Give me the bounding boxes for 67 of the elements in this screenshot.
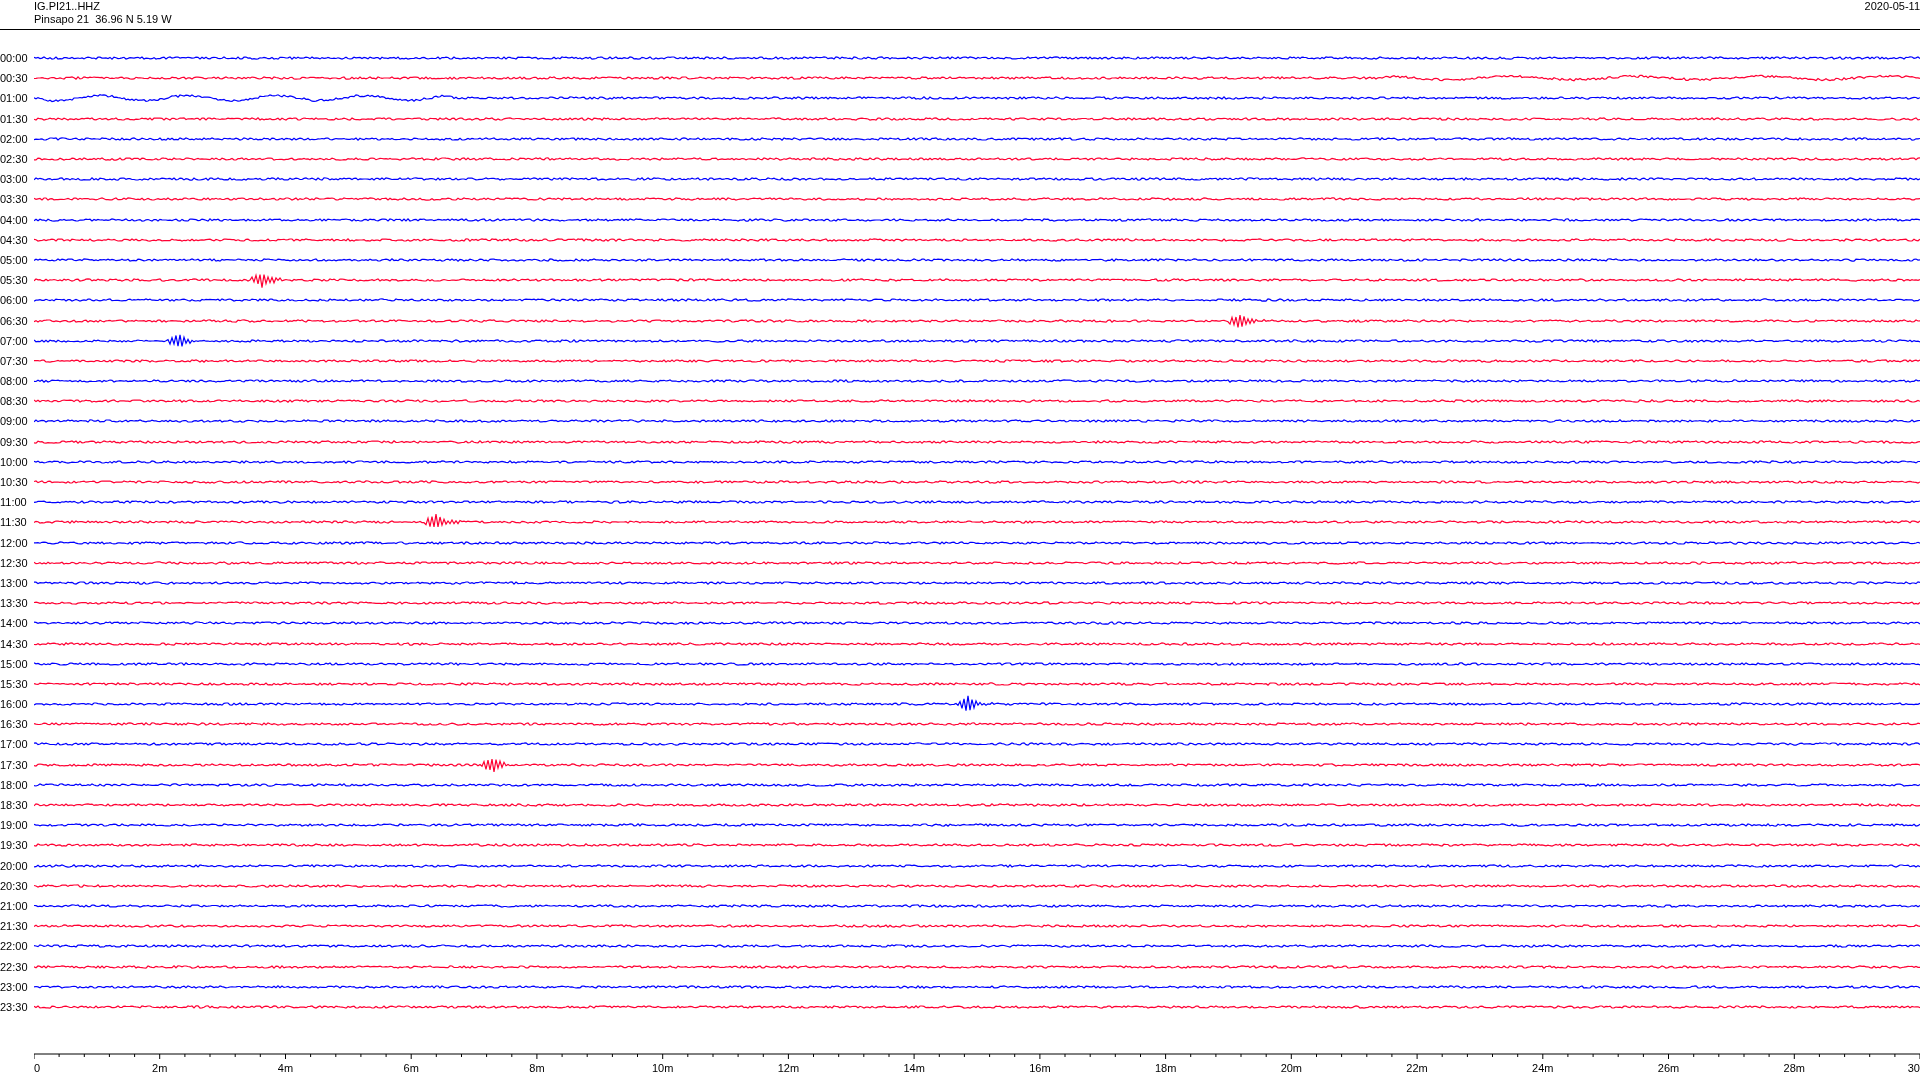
hour-label: 03:00	[0, 173, 29, 186]
hour-label: 06:00	[0, 294, 29, 307]
hour-label: 19:00	[0, 819, 29, 832]
date-label: 2020-05-11	[1864, 0, 1920, 14]
hour-label: 08:00	[0, 375, 29, 388]
hour-label: 14:30	[0, 637, 29, 650]
hour-label: 17:00	[0, 738, 29, 751]
hour-label: 12:00	[0, 536, 29, 549]
hour-label: 15:00	[0, 657, 29, 670]
hour-label: 14:00	[0, 617, 29, 630]
hour-label: 16:00	[0, 698, 29, 711]
hour-label: 13:00	[0, 576, 29, 589]
hour-label: 12:30	[0, 556, 29, 569]
tick-label: 12m	[777, 1062, 800, 1074]
hour-label: 00:30	[0, 72, 29, 85]
hour-label: 01:00	[0, 92, 29, 105]
hour-label: 06:30	[0, 314, 29, 327]
hour-label: 07:00	[0, 334, 29, 347]
hour-label: 20:30	[0, 879, 29, 892]
hour-label: 09:00	[0, 415, 29, 428]
hour-label: 10:30	[0, 476, 29, 489]
hour-label: 13:30	[0, 597, 29, 610]
tick-label: 30	[1907, 1062, 1920, 1074]
hour-label: 04:30	[0, 233, 29, 246]
hour-label: 23:00	[0, 980, 29, 993]
tick-label: 2m	[152, 1062, 168, 1074]
tick-label: 22m	[1406, 1062, 1428, 1074]
tick-label: 10m	[651, 1062, 674, 1074]
hour-label: 23:30	[0, 1000, 29, 1013]
tick-label: 24m	[1532, 1062, 1554, 1074]
hour-label: 22:30	[0, 960, 29, 973]
hour-label: 02:00	[0, 132, 29, 145]
tick-label: 8m	[529, 1062, 545, 1074]
hour-label: 11:30	[0, 516, 28, 529]
tick-label: 16m	[1029, 1062, 1051, 1074]
tick-label: 4m	[277, 1062, 294, 1074]
tick-label: 0	[34, 1062, 41, 1074]
hour-label: 22:00	[0, 940, 29, 953]
hour-label: 17:30	[0, 758, 29, 771]
hour-label: 16:30	[0, 718, 29, 731]
hour-label: 02:30	[0, 153, 29, 166]
tick-label: 26m	[1657, 1062, 1680, 1074]
hour-label: 21:00	[0, 899, 29, 912]
hour-label: 07:30	[0, 354, 29, 367]
tick-label: 14m	[903, 1062, 925, 1074]
hour-label: 20:00	[0, 859, 29, 872]
hour-label: 21:30	[0, 920, 29, 933]
hour-label: 09:30	[0, 435, 29, 448]
station-code: IG.PI21..HHZ	[34, 0, 102, 13]
hour-label: 04:00	[0, 213, 29, 226]
station-location: Pinsapo 21 36.96 N 5.19 W	[34, 13, 172, 26]
hour-label: 11:00	[0, 496, 28, 509]
hour-label: 19:30	[0, 839, 29, 852]
hour-label: 01:30	[0, 112, 29, 125]
hour-label: 18:30	[0, 799, 29, 812]
hour-label: 15:30	[0, 677, 29, 690]
hour-label: 05:00	[0, 253, 29, 266]
tick-label: 18m	[1154, 1062, 1177, 1074]
hour-label: 05:30	[0, 274, 29, 287]
tick-label: 20m	[1280, 1062, 1303, 1074]
tick-label: 28m	[1783, 1062, 1805, 1074]
hour-label: 08:30	[0, 395, 29, 408]
hour-label: 18:00	[0, 778, 29, 791]
tick-label: 6m	[403, 1062, 419, 1074]
hour-label: 10:00	[0, 455, 29, 468]
hour-label: 00:00	[0, 52, 29, 65]
hour-label: 03:30	[0, 193, 29, 206]
